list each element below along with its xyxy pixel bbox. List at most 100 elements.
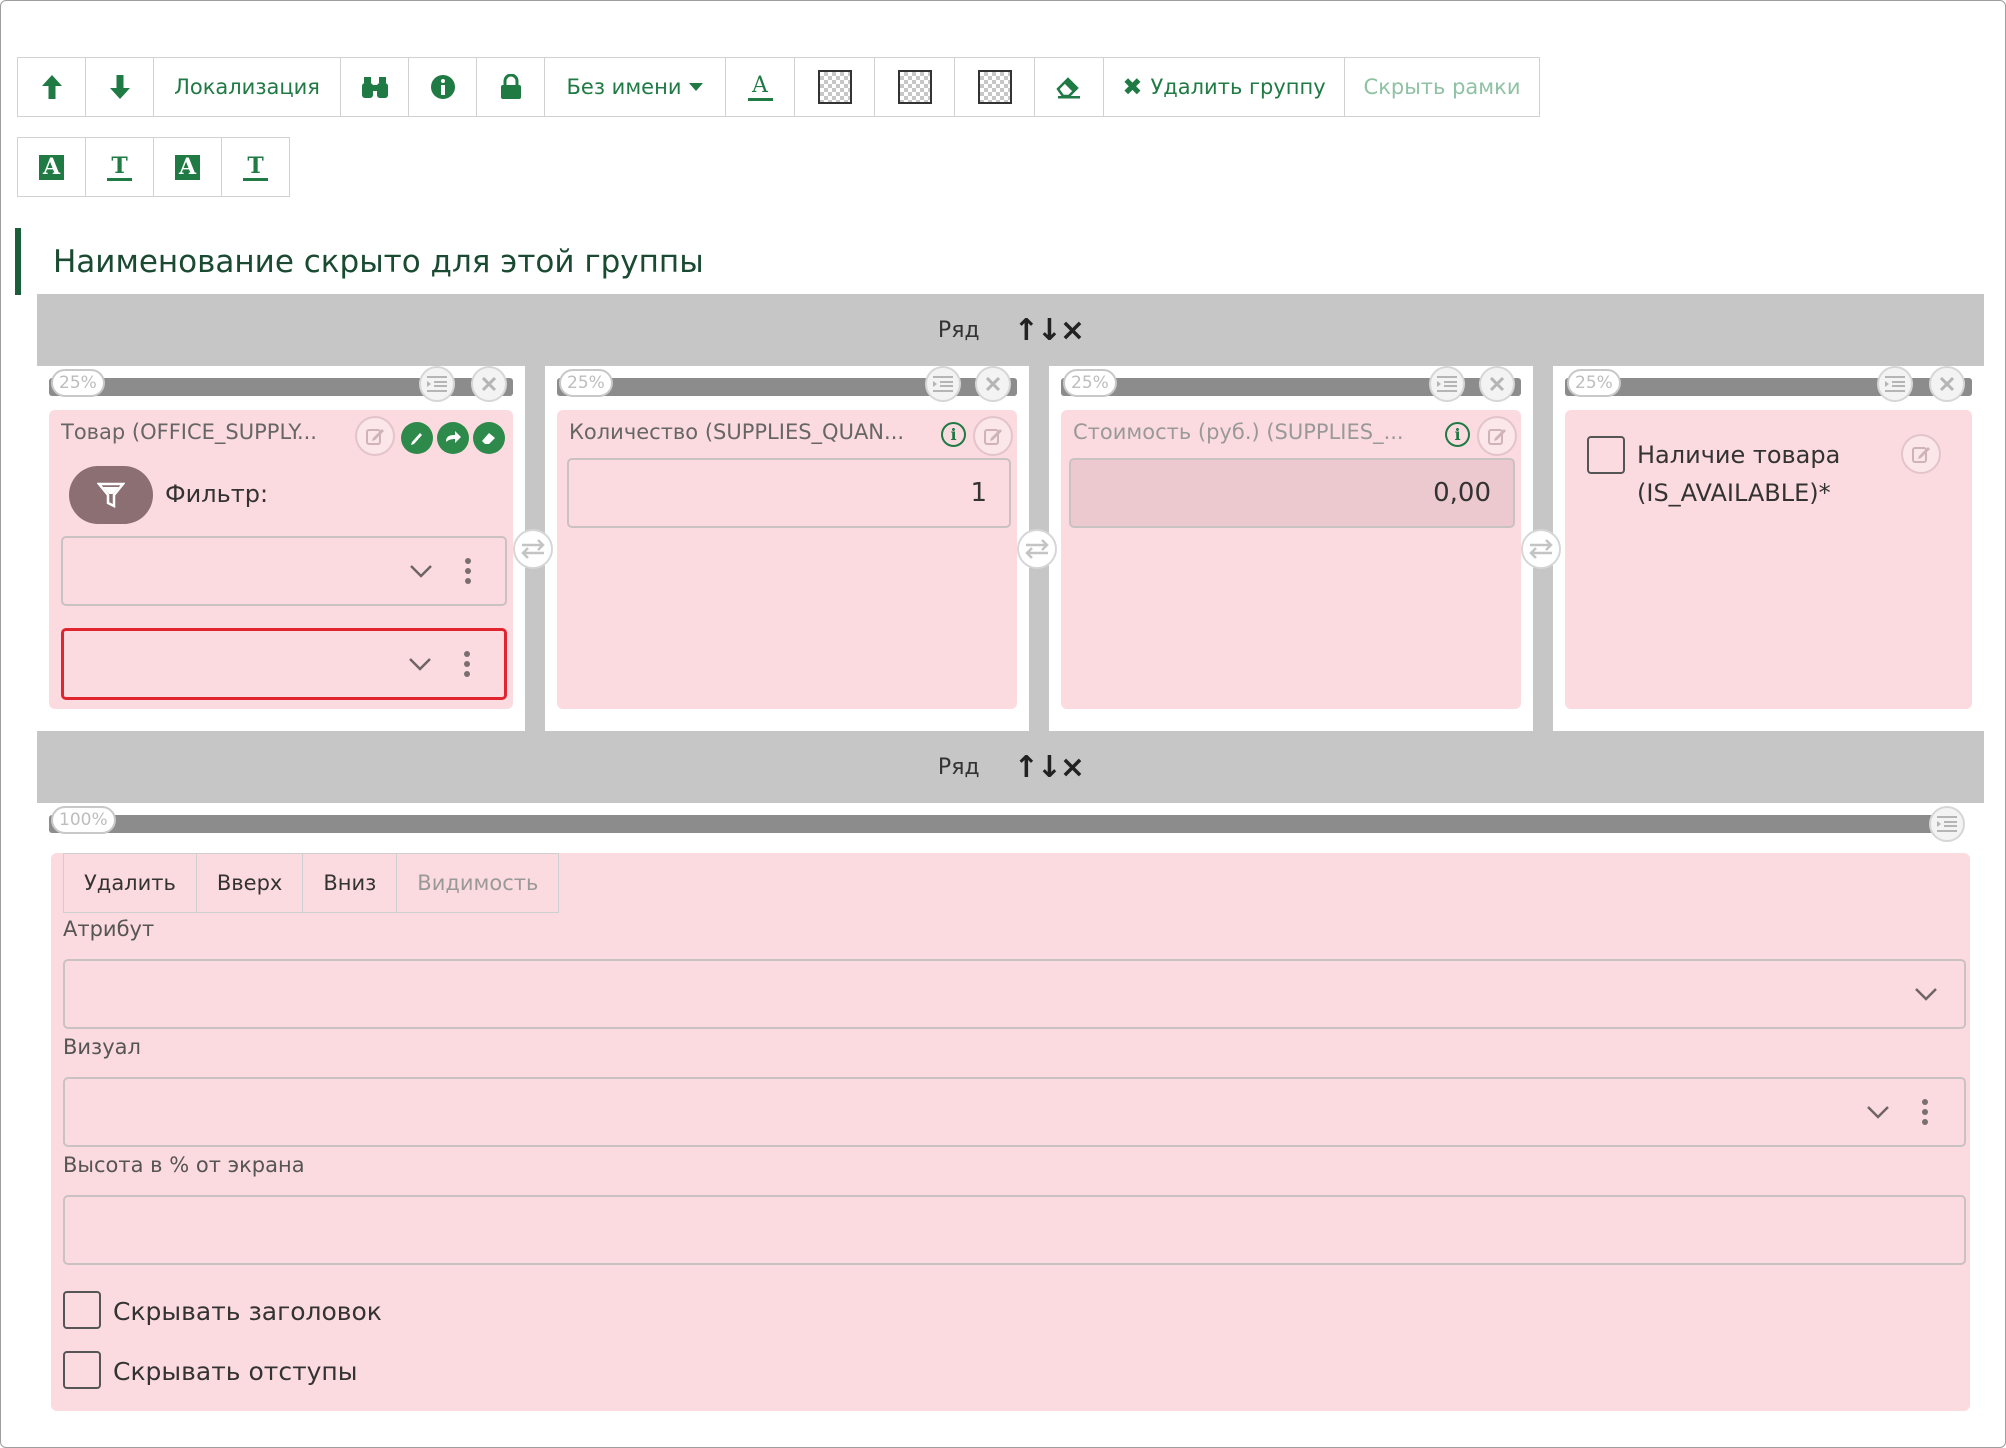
- chevron-down-icon: [1867, 1106, 1889, 1119]
- kebab-icon[interactable]: [464, 647, 470, 681]
- text-type-icon: T: [243, 153, 268, 181]
- background-button-3[interactable]: [954, 57, 1035, 117]
- move-down-button[interactable]: Вниз: [302, 853, 398, 913]
- content-text-button[interactable]: T: [221, 137, 290, 197]
- field-title: Товар (OFFICE_SUPPLY...: [61, 420, 317, 444]
- edit-icon: [1488, 429, 1506, 445]
- background-button-1[interactable]: [794, 57, 875, 117]
- visibility-button[interactable]: Видимость: [396, 853, 560, 913]
- column-product: 25% Товар (OFFICE_SUPPLY... Фильтр:: [37, 366, 525, 731]
- row-body: 100% Удалить Вверх Вниз Видимость Атрибу…: [37, 803, 1984, 1431]
- arrow-up-icon: [41, 75, 62, 99]
- hide-header-checkbox[interactable]: [63, 1291, 101, 1329]
- row-controls[interactable]: ↑↓×: [1014, 313, 1085, 348]
- column-settings: 100% Удалить Вверх Вниз Видимость Атрибу…: [37, 803, 1984, 1431]
- swap-icon: [521, 539, 545, 559]
- column-settings-button[interactable]: [1929, 806, 1965, 842]
- row-header: Ряд ↑↓×: [37, 294, 1984, 366]
- edit-field-button[interactable]: [1477, 416, 1517, 456]
- edit-value-button[interactable]: [401, 422, 433, 454]
- filter-button[interactable]: [69, 466, 153, 524]
- content-bold-button[interactable]: A: [153, 137, 222, 197]
- header-bold-button[interactable]: A: [17, 137, 86, 197]
- availability-label: Наличие товара (IS_AVAILABLE)*: [1637, 436, 1840, 512]
- close-icon: [1489, 376, 1505, 392]
- swap-columns-button[interactable]: [1017, 529, 1057, 569]
- info-icon[interactable]: i: [941, 422, 966, 447]
- edit-field-button[interactable]: [1901, 434, 1941, 474]
- close-icon: [1939, 376, 1955, 392]
- background-button-2[interactable]: [874, 57, 955, 117]
- info-icon[interactable]: i: [1445, 422, 1470, 447]
- quantity-input[interactable]: 1: [567, 458, 1011, 528]
- list-icon: [1937, 816, 1957, 832]
- column-width-badge: 25%: [1567, 369, 1621, 397]
- search-button[interactable]: [340, 57, 409, 117]
- hide-frames-button[interactable]: Скрыть рамки: [1344, 57, 1540, 117]
- eraser-button[interactable]: [1034, 57, 1104, 117]
- header-text-button[interactable]: T: [85, 137, 154, 197]
- name-dropdown[interactable]: Без имени: [544, 57, 726, 117]
- height-input[interactable]: [63, 1195, 1966, 1265]
- column-settings-button[interactable]: [1877, 366, 1913, 402]
- column-remove-button[interactable]: [471, 366, 507, 402]
- column-width-badge: 25%: [51, 369, 105, 397]
- column-settings-button[interactable]: [1429, 366, 1465, 402]
- kebab-icon[interactable]: [465, 554, 471, 588]
- column-remove-button[interactable]: [1479, 366, 1515, 402]
- localization-button[interactable]: Локализация: [153, 57, 341, 117]
- attribute-select[interactable]: [63, 959, 1966, 1029]
- swap-icon: [1529, 539, 1553, 559]
- move-up-button[interactable]: Вверх: [195, 853, 304, 913]
- row-controls[interactable]: ↑↓×: [1014, 750, 1085, 785]
- column-availability: 25% Наличие товара (IS_AVAILABLE)*: [1553, 366, 1984, 731]
- list-icon: [933, 376, 953, 392]
- filter-label: Фильтр:: [165, 480, 269, 508]
- name-dropdown-label: Без имени: [566, 75, 682, 99]
- availability-label-line2: (IS_AVAILABLE)*: [1637, 479, 1831, 507]
- move-down-button[interactable]: [85, 57, 154, 117]
- font-color-button[interactable]: A: [725, 57, 795, 117]
- list-icon: [1437, 376, 1457, 392]
- swap-columns-button[interactable]: [1521, 529, 1561, 569]
- clear-value-button[interactable]: [473, 422, 505, 454]
- availability-label-line1: Наличие товара: [1637, 441, 1841, 469]
- delete-group-label: Удалить группу: [1150, 75, 1326, 99]
- swap-columns-button[interactable]: [513, 529, 553, 569]
- column-settings-button[interactable]: [419, 366, 455, 402]
- column-settings-button[interactable]: [925, 366, 961, 402]
- lock-icon: [500, 74, 521, 99]
- info-button[interactable]: [408, 57, 477, 117]
- field-title: Количество (SUPPLIES_QUAN...: [569, 420, 905, 444]
- text-toolbar: A T A T: [17, 137, 290, 197]
- group-heading: Наименование скрыто для этой группы: [15, 228, 704, 295]
- edit-field-button[interactable]: [355, 416, 395, 456]
- hide-frames-label: Скрыть рамки: [1363, 75, 1521, 99]
- field-card-availability: Наличие товара (IS_AVAILABLE)*: [1565, 410, 1972, 709]
- info-icon: [430, 75, 455, 99]
- form-designer: Локализация Без имени A ✖ Удалить группу: [0, 0, 2006, 1448]
- kebab-icon[interactable]: [1922, 1095, 1928, 1129]
- product-select[interactable]: [61, 628, 507, 700]
- filter-select[interactable]: [61, 536, 507, 606]
- delete-button[interactable]: Удалить: [63, 853, 197, 913]
- column-resize-bar[interactable]: [49, 815, 1954, 833]
- quantity-value: 1: [970, 478, 987, 508]
- move-up-button[interactable]: [17, 57, 86, 117]
- delete-group-button[interactable]: ✖ Удалить группу: [1103, 57, 1345, 117]
- availability-checkbox[interactable]: [1587, 436, 1625, 474]
- column-width-badge: 100%: [51, 806, 116, 834]
- field-card-cost: Стоимость (руб.) (SUPPLIES_... i 0,00: [1061, 410, 1521, 709]
- visual-select[interactable]: [63, 1077, 1966, 1147]
- edit-field-button[interactable]: [973, 416, 1013, 456]
- column-remove-button[interactable]: [1929, 366, 1965, 402]
- column-quantity: 25% Количество (SUPPLIES_QUAN... i 1: [545, 366, 1029, 731]
- chevron-down-icon: [1915, 988, 1937, 1001]
- hide-padding-checkbox[interactable]: [63, 1351, 101, 1389]
- field-title: Стоимость (руб.) (SUPPLIES_...: [1073, 420, 1404, 444]
- field-card-settings: Удалить Вверх Вниз Видимость Атрибут Виз…: [51, 853, 1970, 1411]
- open-link-button[interactable]: [437, 422, 469, 454]
- column-remove-button[interactable]: [975, 366, 1011, 402]
- close-icon: ✖: [1122, 73, 1143, 101]
- lock-button[interactable]: [476, 57, 545, 117]
